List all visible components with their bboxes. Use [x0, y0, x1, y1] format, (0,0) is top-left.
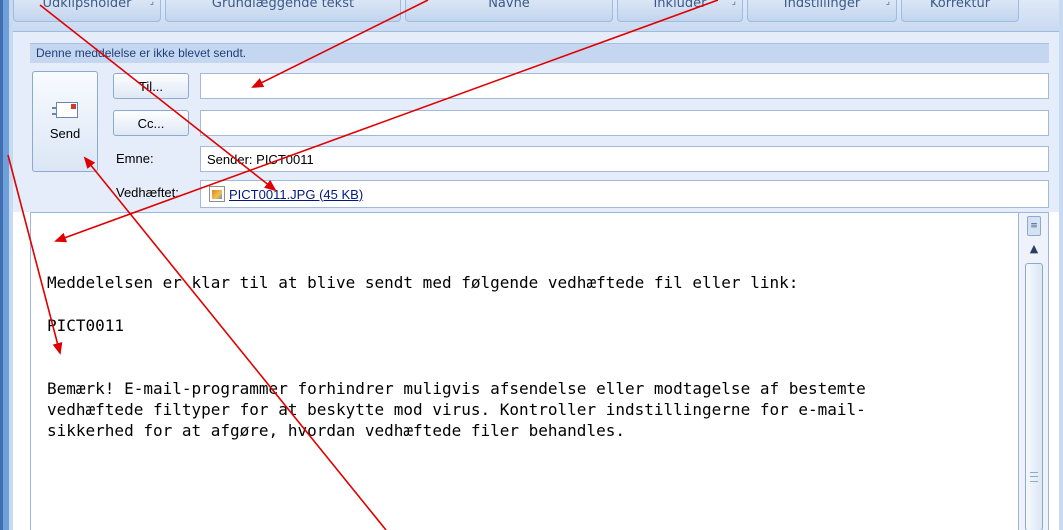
scroll-grip-icon: [1030, 472, 1038, 482]
ribbon-group-include[interactable]: Inkluder ⌟: [617, 0, 743, 22]
attached-label: Vedhæftet:: [116, 185, 179, 200]
vertical-scrollbar[interactable]: ≡ ▲: [1019, 212, 1049, 530]
ribbon-group-options[interactable]: Indstillinger ⌟: [747, 0, 897, 22]
attachment-field[interactable]: PICT0011.JPG (45 KB): [200, 180, 1049, 208]
body-text-line: sikkerhed for at afgøre, hvordan vedhæft…: [47, 421, 625, 440]
ribbon-group-label: Navne: [488, 0, 530, 11]
cc-field[interactable]: [200, 110, 1049, 136]
body-text-line: Bemærk! E-mail-programmer forhindrer mul…: [47, 379, 866, 398]
ribbon-group-proofing[interactable]: Korrektur: [901, 0, 1019, 22]
ruler-toggle-icon[interactable]: ≡: [1027, 216, 1041, 236]
dialog-launcher-icon[interactable]: ⌟: [886, 0, 890, 7]
ribbon-group-clipboard[interactable]: Udklipsholder ⌟: [13, 0, 161, 22]
scrollbar-thumb[interactable]: [1025, 263, 1043, 530]
cc-button[interactable]: Cc...: [113, 110, 189, 136]
ribbon-group-label: Indstillinger: [783, 0, 861, 11]
ribbon-group-label: Grundlæggende tekst: [211, 0, 355, 11]
ribbon-group-names[interactable]: Navne: [405, 0, 613, 22]
to-button[interactable]: Til...: [113, 73, 189, 99]
send-envelope-icon: [52, 102, 78, 120]
message-body[interactable]: Meddelelsen er klar til at blive sendt m…: [30, 212, 1019, 530]
subject-label: Emne:: [116, 151, 154, 166]
to-field[interactable]: [200, 73, 1049, 99]
image-file-icon: [209, 186, 225, 202]
ribbon-group-basic-text[interactable]: Grundlæggende tekst: [165, 0, 401, 22]
scroll-up-arrow-icon[interactable]: ▲: [1026, 241, 1042, 257]
body-text-line: Meddelelsen er klar til at blive sendt m…: [47, 273, 799, 292]
ribbon-group-label: Inkluder: [653, 0, 707, 11]
send-button-label: Send: [49, 126, 81, 141]
attachment-link[interactable]: PICT0011.JPG (45 KB): [229, 187, 363, 202]
dialog-launcher-icon[interactable]: ⌟: [150, 0, 154, 7]
window-frame-right: [1059, 0, 1063, 530]
subject-field[interactable]: Sender: PICT0011: [200, 146, 1049, 172]
dialog-launcher-icon[interactable]: ⌟: [732, 0, 736, 7]
body-text-line: PICT0011: [47, 316, 125, 335]
info-bar: Denne meddelelse er ikke blevet sendt.: [30, 43, 1049, 63]
body-text-line: vedhæftede filtyper for at beskytte mod …: [47, 400, 866, 419]
ribbon-group-label: Udklipsholder: [42, 0, 132, 11]
send-button[interactable]: Send: [32, 71, 98, 172]
ribbon-group-label: Korrektur: [929, 0, 991, 11]
window-frame-left: [0, 0, 13, 530]
ribbon-group-strip: Udklipsholder ⌟ Grundlæggende tekst Navn…: [13, 0, 1059, 32]
